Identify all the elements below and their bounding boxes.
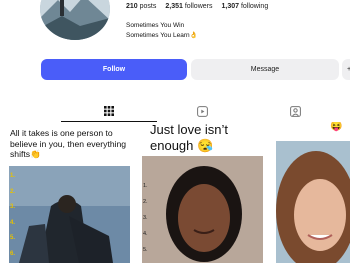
tab-reels[interactable] [154, 100, 250, 122]
tab-tagged[interactable] [247, 100, 343, 122]
profile-tabs [0, 100, 350, 122]
post-image [276, 141, 350, 263]
profile-avatar[interactable] [40, 0, 110, 40]
post-image [142, 156, 263, 263]
post-caption: All it takes is one person to believe in… [10, 128, 127, 159]
post-emoji: 😝 [330, 122, 343, 132]
follow-button[interactable]: Follow [41, 59, 187, 80]
post-tile[interactable]: 😝 [276, 122, 350, 263]
profile-bio: Sometimes You Win Sometimes You Learn👌 [126, 21, 198, 40]
tab-posts[interactable] [61, 100, 157, 122]
message-button[interactable]: Message [191, 59, 339, 80]
suggested-accounts-button[interactable]: + [342, 59, 350, 80]
post-tile[interactable]: Just love isn’t enough 😪 1. 2. 3. 4. 5. [141, 122, 274, 263]
grid-icon [104, 105, 114, 116]
posts-stat[interactable]: 210 posts [126, 3, 156, 10]
post-image [9, 166, 130, 263]
tagged-icon [289, 105, 301, 117]
reels-icon [196, 105, 208, 117]
post-caption: Just love isn’t enough 😪 [150, 122, 229, 153]
post-tile[interactable]: All it takes is one person to believe in… [0, 122, 138, 263]
bio-line: Sometimes You Learn👌 [126, 31, 198, 39]
following-stat[interactable]: 1,307 following [221, 3, 268, 10]
number-list: 1. 2. 3. 4. 5. 6. [10, 173, 16, 257]
profile-stats: 210 posts 2,351 followers 1,307 followin… [126, 3, 268, 10]
bio-line: Sometimes You Win [126, 22, 185, 29]
followers-stat[interactable]: 2,351 followers [165, 3, 212, 10]
number-list: 1. 2. 3. 4. 5. [143, 183, 148, 253]
